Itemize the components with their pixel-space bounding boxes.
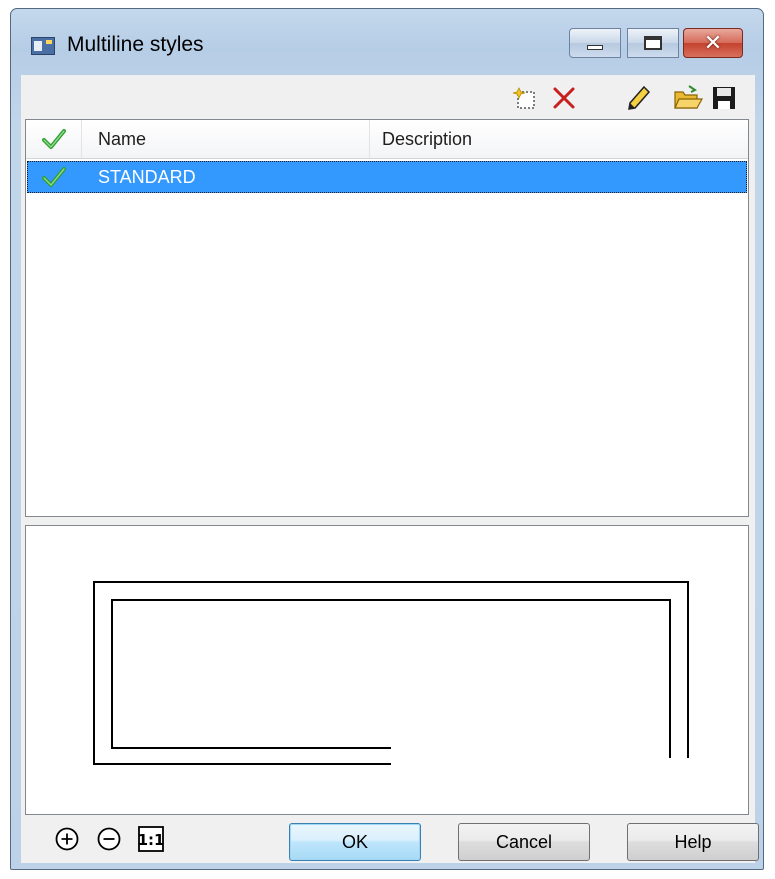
edit-button[interactable] [621, 81, 655, 115]
maximize-icon [644, 36, 662, 50]
column-header-name[interactable]: Name [82, 120, 370, 158]
zoom-1to1-icon: 1:1 [138, 826, 165, 852]
zoom-out-button[interactable] [95, 825, 123, 853]
multiline-preview-drawing [93, 581, 689, 765]
minimize-button[interactable] [569, 28, 621, 58]
zoom-in-button[interactable] [53, 825, 81, 853]
help-button[interactable]: Help [627, 823, 759, 861]
zoom-1to1-button[interactable]: 1:1 [137, 825, 165, 853]
new-style-button[interactable] [509, 81, 543, 115]
column-header-description[interactable]: Description [370, 120, 750, 158]
save-button[interactable] [707, 81, 741, 115]
row-name: STANDARD [98, 167, 196, 187]
title-bar[interactable]: Multiline styles ✕ [11, 9, 763, 75]
table-row[interactable]: STANDARD [27, 161, 747, 193]
new-style-icon [512, 87, 535, 109]
multiline-preview [25, 525, 749, 815]
maximize-button[interactable] [627, 28, 679, 58]
dialog-footer: 1:1 OK Cancel Help [21, 817, 759, 863]
window-title: Multiline styles [67, 33, 204, 56]
column-header-check[interactable] [26, 120, 82, 158]
open-button[interactable] [671, 81, 705, 115]
edit-pencil-icon [628, 85, 651, 110]
check-icon [42, 167, 66, 187]
open-folder-icon [674, 85, 703, 109]
save-disk-icon [713, 87, 735, 109]
styles-list[interactable]: Name Description STANDARD [25, 119, 749, 517]
zoom-in-icon [55, 827, 79, 851]
list-header: Name Description [26, 120, 748, 159]
app-window-icon [31, 37, 55, 55]
minimize-icon [587, 44, 603, 50]
close-button[interactable]: ✕ [683, 28, 743, 58]
ok-button[interactable]: OK [289, 823, 421, 861]
svg-text:1:1: 1:1 [138, 831, 165, 849]
toolbar [21, 75, 755, 121]
cancel-button[interactable]: Cancel [458, 823, 590, 861]
zoom-out-icon [97, 827, 121, 851]
delete-icon [553, 87, 575, 109]
delete-button[interactable] [547, 81, 581, 115]
dialog-client-area: Name Description STANDARD 1:1 OK Cancel … [21, 75, 759, 863]
check-icon [41, 129, 66, 149]
row-check[interactable] [27, 161, 81, 193]
close-icon: ✕ [703, 30, 723, 56]
multiline-styles-dialog: Multiline styles ✕ Name Description STAN… [10, 8, 764, 870]
